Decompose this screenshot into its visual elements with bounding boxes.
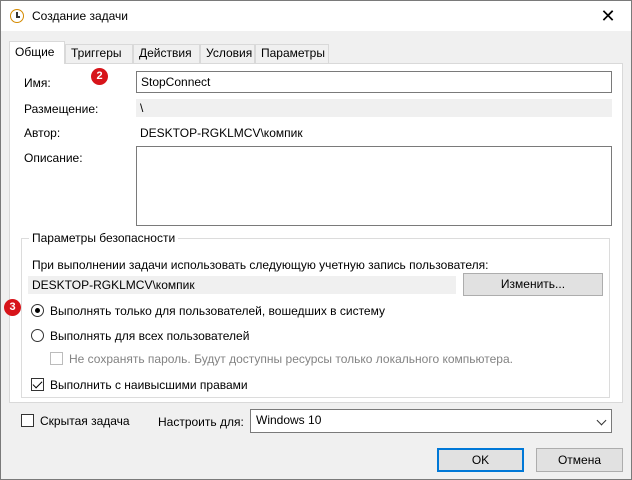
name-label: Имя: — [24, 76, 51, 90]
chevron-down-icon — [596, 415, 607, 426]
hidden-task-label[interactable]: Скрытая задача — [40, 414, 130, 428]
location-label: Размещение: — [24, 102, 99, 116]
author-value: DESKTOP-RGKLMCV\компик — [140, 126, 303, 140]
configure-for-dropdown[interactable]: Windows 10 — [250, 409, 612, 433]
tab-triggers[interactable]: Триггеры — [65, 44, 133, 63]
cancel-button[interactable]: Отмена — [536, 448, 623, 472]
highest-privileges-checkbox[interactable] — [31, 378, 44, 391]
close-icon[interactable]: ✕ — [585, 1, 631, 31]
configure-for-label: Настроить для: — [158, 415, 244, 429]
tab-conditions[interactable]: Условия — [200, 44, 255, 63]
highest-privileges-label[interactable]: Выполнить с наивысшими правами — [50, 378, 248, 392]
step-badge-3: 3 — [4, 299, 21, 316]
account-prompt: При выполнении задачи использовать следу… — [32, 258, 489, 272]
ok-button[interactable]: OK — [437, 448, 524, 472]
security-options-title: Параметры безопасности — [29, 231, 179, 245]
tab-general[interactable]: Общие — [9, 41, 65, 64]
title-bar: Создание задачи ✕ — [1, 1, 631, 31]
run-logged-on-radio[interactable] — [31, 304, 44, 317]
no-store-password-label: Не сохранять пароль. Будут доступны ресу… — [69, 352, 513, 366]
description-input[interactable] — [136, 146, 612, 226]
account-value: DESKTOP-RGKLMCV\компик — [28, 276, 456, 294]
author-label: Автор: — [24, 126, 61, 140]
configure-for-value: Windows 10 — [256, 413, 322, 427]
tab-actions[interactable]: Действия — [133, 44, 200, 63]
location-value: \ — [136, 99, 612, 117]
change-user-button[interactable]: Изменить... — [463, 273, 603, 296]
clock-icon — [10, 9, 24, 23]
window-title: Создание задачи — [32, 9, 128, 23]
description-label: Описание: — [24, 151, 83, 165]
hidden-task-checkbox[interactable] — [21, 414, 34, 427]
name-input[interactable]: StopConnect — [136, 71, 612, 93]
run-all-users-radio[interactable] — [31, 329, 44, 342]
no-store-password-checkbox[interactable] — [50, 352, 63, 365]
tab-settings[interactable]: Параметры — [255, 44, 329, 63]
run-logged-on-label[interactable]: Выполнять только для пользователей, воше… — [50, 304, 385, 318]
step-badge-2: 2 — [91, 68, 108, 85]
run-all-users-label[interactable]: Выполнять для всех пользователей — [50, 329, 249, 343]
create-task-window: Создание задачи ✕ Общие Триггеры Действи… — [0, 0, 632, 480]
